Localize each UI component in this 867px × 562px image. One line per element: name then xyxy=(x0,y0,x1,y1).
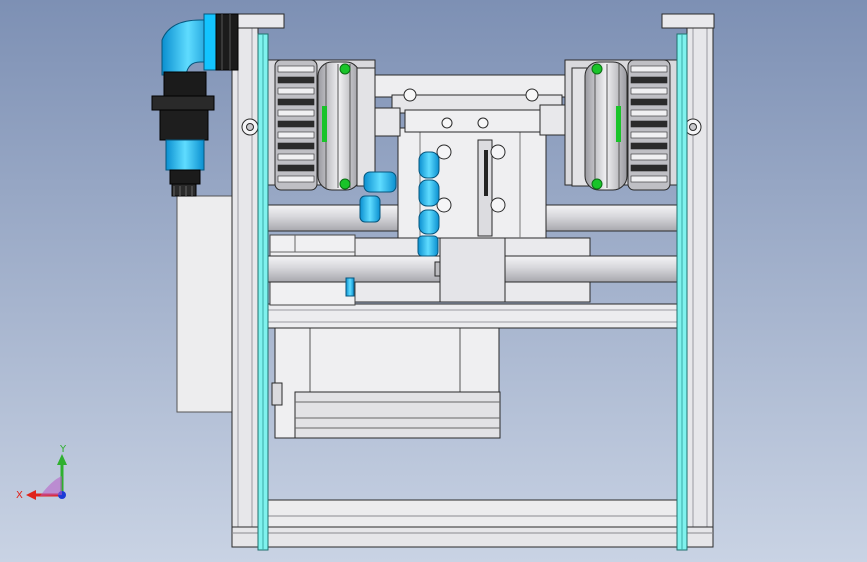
cross-beam[interactable] xyxy=(257,303,688,329)
wheel-tooth xyxy=(630,131,668,139)
wheel-tooth xyxy=(630,164,668,172)
top-bridge-plate[interactable] xyxy=(367,74,578,137)
wheel-tooth xyxy=(277,120,315,128)
wheel-tooth xyxy=(630,98,668,106)
cad-viewport[interactable]: Y X xyxy=(0,0,867,562)
wheel-tooth xyxy=(630,65,668,73)
wheel-tooth xyxy=(630,175,668,183)
wheel-tooth xyxy=(630,153,668,161)
wheel-tooth xyxy=(277,76,315,84)
wheel-tooth xyxy=(630,87,668,95)
wheel-tooth xyxy=(630,109,668,117)
drive-motor[interactable] xyxy=(271,327,501,439)
wheel-tooth xyxy=(630,142,668,150)
right-pulley-assembly[interactable] xyxy=(564,59,686,191)
wheel-tooth xyxy=(277,109,315,117)
axis-label-y: Y xyxy=(59,444,67,455)
wheel-tooth xyxy=(277,175,315,183)
wheel-tooth xyxy=(277,98,315,106)
wheel-tooth xyxy=(630,120,668,128)
sensor-bracket[interactable] xyxy=(176,195,233,413)
wheel-tooth xyxy=(277,131,315,139)
left-pulley-assembly[interactable] xyxy=(264,59,376,191)
wheel-tooth xyxy=(630,76,668,84)
wheel-tooth xyxy=(277,164,315,172)
wheel-tooth xyxy=(277,153,315,161)
wheel-tooth xyxy=(277,87,315,95)
assembly-drawing: Y X xyxy=(0,0,867,562)
frame-bolt-left xyxy=(241,118,259,136)
cyan-guide-rail-left[interactable] xyxy=(257,33,269,551)
cyan-guide-rail-right[interactable] xyxy=(676,33,688,551)
wheel-tooth xyxy=(277,65,315,73)
axis-label-x: X xyxy=(16,490,23,501)
wheel-tooth xyxy=(277,142,315,150)
